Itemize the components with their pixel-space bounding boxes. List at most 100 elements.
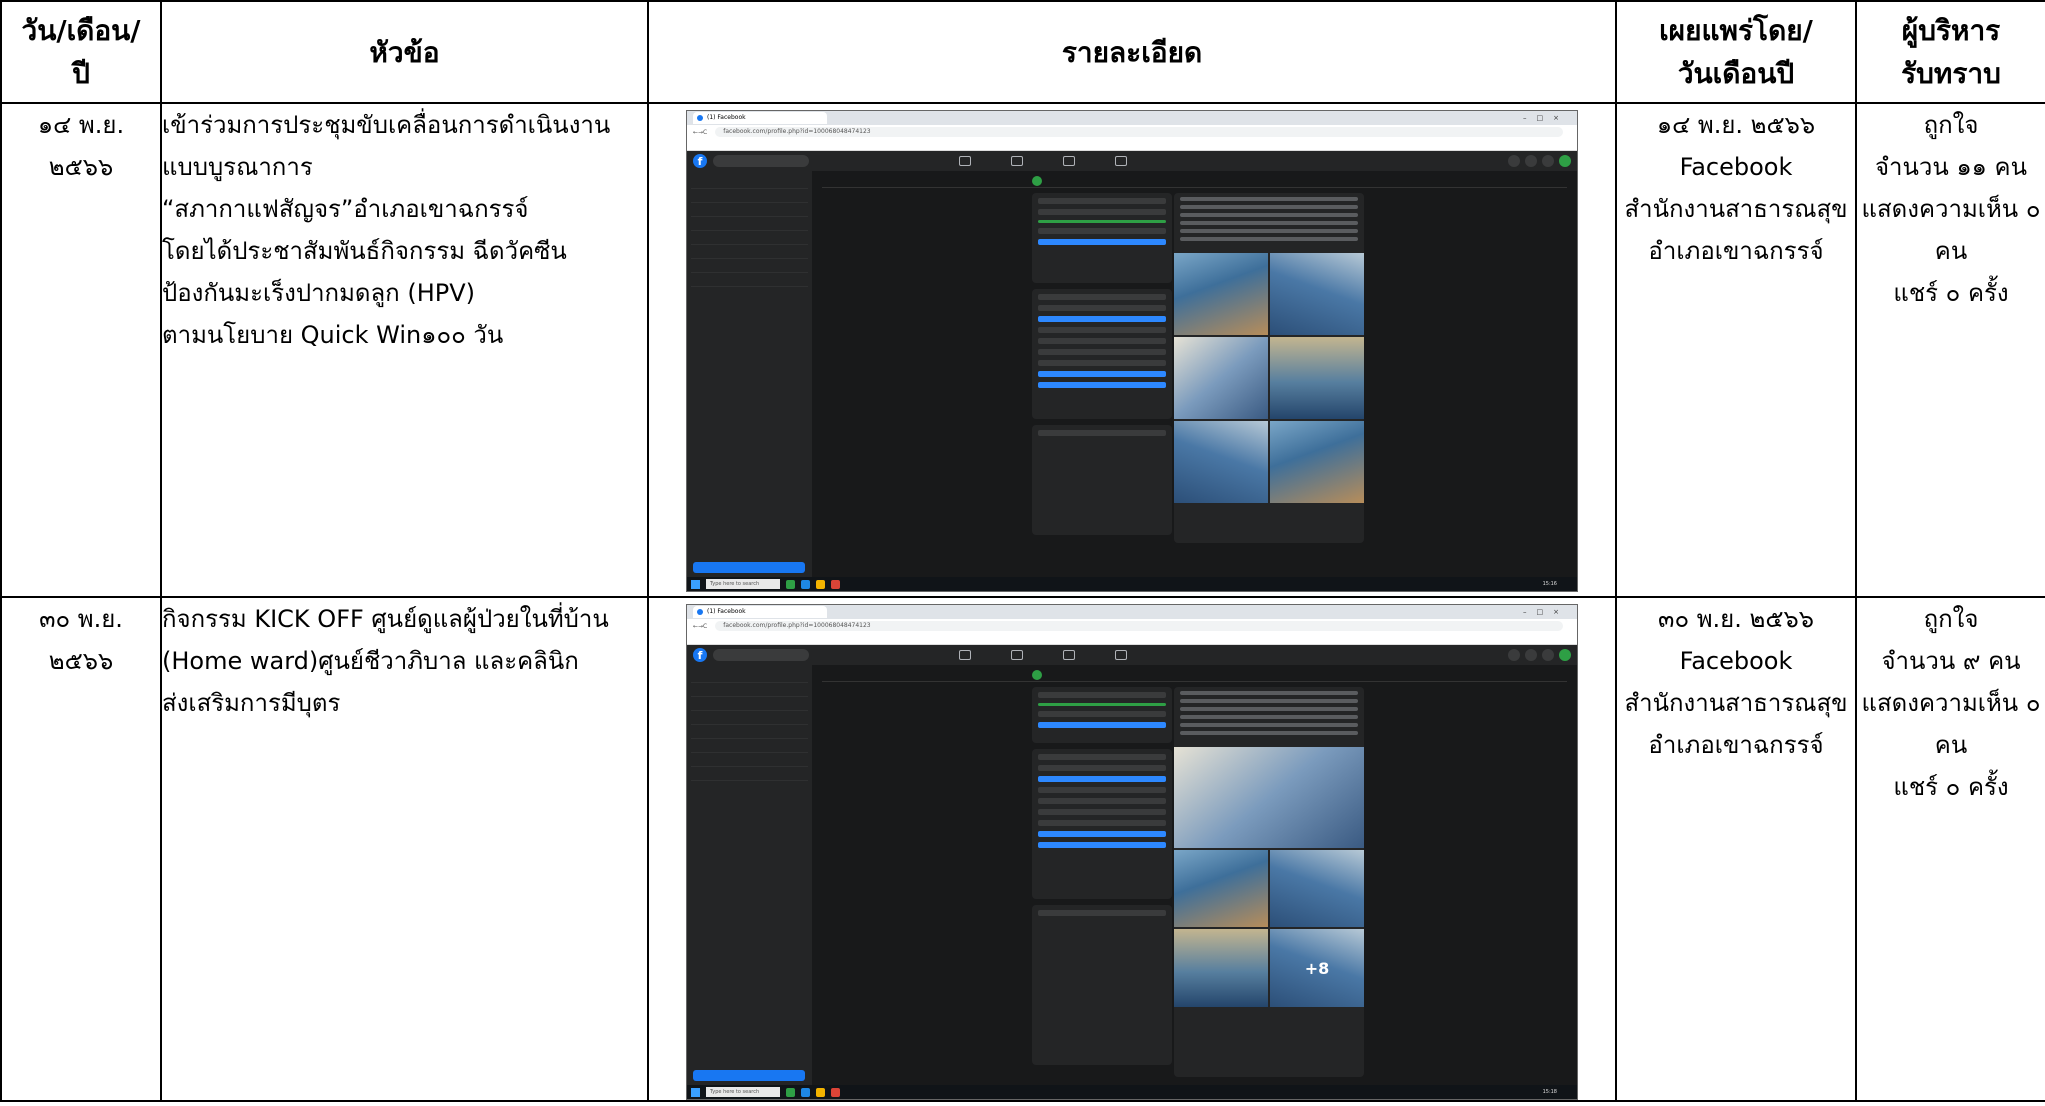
- post-photo: [1270, 849, 1364, 928]
- flag-icon: [1011, 156, 1023, 166]
- avatar: [1559, 155, 1571, 167]
- exec-line: จำนวน ๑๑ คน: [1874, 153, 2027, 181]
- post-photo: [1270, 337, 1364, 419]
- exec-line: แสดงความเห็น ๐: [1861, 689, 2041, 717]
- facebook-post: [1174, 193, 1364, 543]
- topic-line: แบบบูรณาการ: [162, 153, 313, 181]
- address-bar: ←→C facebook.com/profile.php?id=10006804…: [687, 619, 1577, 633]
- page-avatar: [1032, 176, 1042, 186]
- more-photos-count: +8: [1270, 929, 1364, 1007]
- intro-panel: [1032, 749, 1172, 899]
- menu-icon: [1508, 155, 1520, 167]
- header-published-line: เผยแพร่โดย/: [1659, 14, 1813, 47]
- published-line: Facebook: [1679, 153, 1793, 181]
- post-photo: [1270, 253, 1364, 335]
- facebook-logo-icon: f: [693, 648, 707, 662]
- taskbar-app-icon: [816, 579, 825, 589]
- post-photo: [1174, 929, 1268, 1007]
- browser-tab: (1) Facebook: [693, 112, 827, 124]
- facebook-search-field: [713, 649, 809, 661]
- taskbar-app-icon: [816, 1087, 825, 1097]
- topic-line: (Home ward)ศูนย์ชีวาภิบาล และคลินิก: [162, 647, 579, 675]
- post-photo: [1174, 421, 1268, 503]
- url-field: facebook.com/profile.php?id=100068048474…: [715, 127, 1563, 137]
- url-field: facebook.com/profile.php?id=100068048474…: [715, 621, 1563, 631]
- topic-cell: เข้าร่วมการประชุมขับเคลื่อนการดำเนินงาน …: [160, 102, 649, 598]
- post-photo: [1174, 747, 1364, 848]
- bell-icon: [1542, 649, 1554, 661]
- address-bar: ←→C facebook.com/profile.php?id=10006804…: [687, 125, 1577, 139]
- topic-line: “สภากาแฟสัญจร”อำเภอเขาฉกรรจ์: [162, 195, 529, 223]
- flag-icon: [1011, 650, 1023, 660]
- exec-line: แชร์ ๐ ครั้ง: [1893, 279, 2009, 307]
- published-line: Facebook: [1679, 647, 1793, 675]
- exec-line: ถูกใจ: [1923, 605, 1979, 633]
- megaphone-icon: [1115, 156, 1127, 166]
- page-content: [812, 171, 1577, 577]
- table-row: ๓๐ พ.ย. ๒๕๖๖ กิจกรรม KICK OFF ศูนย์ดูแลผ…: [0, 596, 2045, 1102]
- taskbar-search: Type here to search: [706, 1087, 780, 1097]
- taskbar-app-icon: [786, 579, 795, 589]
- header-published-line: วันเดือนปี: [1677, 57, 1795, 90]
- post-photo: [1174, 337, 1268, 419]
- exec-line: คน: [1934, 237, 1968, 265]
- taskbar-app-icon: [786, 1087, 795, 1097]
- avatar: [1559, 649, 1571, 661]
- facebook-screenshot: (1) Facebook –□× ←→C facebook.com/profil…: [686, 110, 1578, 592]
- post-photo: [1174, 253, 1268, 335]
- windows-taskbar: Type here to search 15:16: [687, 577, 1577, 591]
- nav-arrows-icon: ←→C: [693, 622, 708, 630]
- page-manage-sidebar: [687, 665, 812, 1085]
- suggestion-panel: [1032, 687, 1172, 743]
- header-executive: ผู้บริหาร รับทราบ: [1855, 0, 2045, 104]
- table-row: ๑๔ พ.ย. ๒๕๖๖ เข้าร่วมการประชุมขับเคลื่อน…: [0, 102, 2045, 598]
- topic-line: ตามนโยบาย Quick Win๑๐๐ วัน: [162, 321, 504, 349]
- topic-line: ส่งเสริมการมีบุตร: [162, 689, 341, 717]
- executive-cell: ถูกใจ จำนวน ๙ คน แสดงความเห็น ๐ คน แชร์ …: [1855, 596, 2045, 1102]
- facebook-top-bar: f: [687, 151, 1577, 172]
- browser-tab: (1) Facebook: [693, 606, 827, 618]
- header-row: วัน/เดือน/ ปี หัวข้อ รายละเอียด เผยแพร่โ…: [0, 0, 2045, 104]
- detail-cell: (1) Facebook –□× ←→C facebook.com/profil…: [647, 102, 1617, 598]
- page-manage-sidebar: [687, 171, 812, 577]
- topic-line: เข้าร่วมการประชุมขับเคลื่อนการดำเนินงาน: [162, 111, 611, 139]
- sidebar-blue-button: [693, 562, 805, 573]
- published-line: อำเภอเขาฉกรรจ์: [1648, 237, 1824, 265]
- published-line: สำนักงานสาธารณสุข: [1624, 689, 1848, 717]
- window-controls-icon: –□×: [1523, 608, 1569, 616]
- facebook-post: +8: [1174, 687, 1364, 1077]
- header-topic: หัวข้อ: [160, 0, 649, 104]
- taskbar-clock: 15:16: [1542, 581, 1557, 587]
- messenger-icon: [1525, 155, 1537, 167]
- marketplace-icon: [1063, 156, 1075, 166]
- header-detail: รายละเอียด: [647, 0, 1617, 104]
- sidebar-blue-button: [693, 1070, 805, 1081]
- window-controls-icon: –□×: [1523, 114, 1569, 122]
- published-by-cell: ๓๐ พ.ย. ๒๕๖๖ Facebook สำนักงานสาธารณสุข …: [1615, 596, 1857, 1102]
- taskbar-app-icon: [801, 1087, 810, 1097]
- exec-line: แชร์ ๐ ครั้ง: [1893, 773, 2009, 801]
- header-executive-line: ผู้บริหาร: [1901, 14, 2001, 47]
- published-line: อำเภอเขาฉกรรจ์: [1648, 731, 1824, 759]
- post-photo: [1174, 849, 1268, 928]
- home-icon: [959, 156, 971, 166]
- date-line: ๒๕๖๖: [48, 647, 114, 675]
- page-content: +8: [812, 665, 1577, 1085]
- post-photo: [1270, 421, 1364, 503]
- photos-panel: [1032, 425, 1172, 535]
- date-cell: ๓๐ พ.ย. ๒๕๖๖: [0, 596, 162, 1102]
- windows-start-icon: [691, 579, 700, 589]
- bell-icon: [1542, 155, 1554, 167]
- menu-icon: [1508, 649, 1520, 661]
- date-cell: ๑๔ พ.ย. ๒๕๖๖: [0, 102, 162, 598]
- windows-taskbar: Type here to search 15:18: [687, 1085, 1577, 1099]
- taskbar-clock: 15:18: [1542, 1089, 1557, 1095]
- date-line: ๑๔ พ.ย.: [37, 111, 125, 139]
- published-line: ๓๐ พ.ย. ๒๕๖๖: [1658, 605, 1814, 633]
- detail-cell: (1) Facebook –□× ←→C facebook.com/profil…: [647, 596, 1617, 1102]
- exec-line: แสดงความเห็น ๐: [1861, 195, 2041, 223]
- exec-line: จำนวน ๙ คน: [1881, 647, 2021, 675]
- photos-panel: [1032, 905, 1172, 1065]
- browser-tab-bar: (1) Facebook –□×: [687, 605, 1577, 619]
- published-by-cell: ๑๔ พ.ย. ๒๕๖๖ Facebook สำนักงานสาธารณสุข …: [1615, 102, 1857, 598]
